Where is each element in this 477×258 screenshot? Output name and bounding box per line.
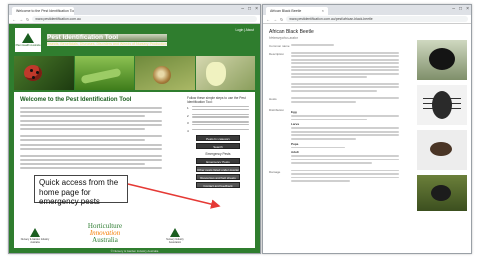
resources-button[interactable]: Resources and fact sheets [196, 173, 240, 180]
emergency-label: Emergency Pests [205, 151, 231, 156]
right-address-bar: ← → ↻ www.pestidentification.com.au/pest… [263, 15, 471, 24]
tree-logo-icon [170, 228, 180, 237]
right-tab-title: African Black Beetle [270, 9, 302, 13]
caterpillar-photo [74, 56, 134, 90]
tree-logo-icon [22, 33, 34, 43]
beetle-icon [432, 91, 452, 119]
hia-logo[interactable]: Horticulture Innovation Australia [88, 223, 122, 244]
step-item: 3 [187, 121, 249, 127]
maximize-icon[interactable]: □ [459, 6, 462, 12]
pest-title: African Black Beetle [269, 29, 314, 35]
steps-list: 1 2 3 4 [187, 106, 249, 133]
pests-by-category-button[interactable]: Pests by category [196, 134, 240, 141]
screenshot-stage: Welcome to the Pest Identification Tool … [0, 0, 477, 258]
org-logo-text: Plant Health Australia [15, 44, 41, 47]
right-browser-tab[interactable]: African Black Beetle × [266, 7, 328, 15]
ladybird-icon [24, 65, 42, 81]
forward-icon[interactable]: → [273, 17, 277, 22]
side-panel: Follow these simple steps to use the Pes… [187, 96, 249, 188]
reload-icon[interactable]: ↻ [26, 17, 29, 22]
right-browser-window: African Black Beetle × – □ × ← → ↻ www.p… [262, 4, 472, 254]
ladybird-photo [14, 56, 74, 90]
right-url-field[interactable]: www.pestidentification.com.au/pest/afric… [286, 16, 468, 22]
site-title-block: Pest Identification Tool Insects, Benefi… [47, 34, 167, 46]
minimize-icon[interactable]: – [452, 6, 455, 12]
callout-arrow-icon [127, 183, 221, 209]
site-subtitle: Insects, Beneficials, Diseases, Disorder… [47, 42, 167, 46]
minimize-icon[interactable]: – [241, 6, 244, 12]
caterpillar-icon [80, 67, 121, 85]
beetle-icon [429, 48, 455, 70]
left-address-bar: ← → ↻ www.pestidentification.com.au [9, 15, 260, 24]
close-tab-icon[interactable]: × [322, 7, 324, 15]
left-tab-title: Welcome to the Pest Identification Tool [16, 9, 74, 13]
window-controls: – □ × [241, 6, 258, 12]
reload-icon[interactable]: ↻ [280, 17, 283, 22]
pest-detail-page: African Black Beetle Heteronychus arator… [263, 24, 471, 211]
close-window-icon[interactable]: × [255, 6, 258, 12]
photo-strip [9, 56, 260, 92]
nia-logo[interactable]: Nursery Industry Association [160, 228, 190, 244]
back-icon[interactable]: ← [266, 17, 270, 22]
maximize-icon[interactable]: □ [248, 6, 251, 12]
beetle-photo[interactable] [417, 175, 467, 211]
quarantine-pests-button[interactable]: Other pests listed under quarantine [196, 165, 240, 172]
left-tab-bar: Welcome to the Pest Identification Tool … [9, 5, 260, 15]
forward-icon[interactable]: → [19, 17, 23, 22]
beetle-icon [430, 142, 452, 156]
site-title: Pest Identification Tool [47, 34, 167, 41]
header-links[interactable]: Login | About [235, 28, 254, 32]
snail-photo [135, 56, 195, 90]
window-controls: – □ × [452, 6, 469, 12]
side-heading: Follow these simple steps to use the Pes… [187, 96, 246, 104]
site-body: Welcome to the Pest Identification Tool … [9, 92, 260, 253]
intro-paragraph [20, 107, 162, 170]
back-icon[interactable]: ← [12, 17, 16, 22]
left-url-field[interactable]: www.pestidentification.com.au [32, 16, 257, 22]
moth-photo [195, 56, 255, 90]
moth-icon [205, 62, 226, 86]
step-item: 2 [187, 113, 249, 120]
beetle-icon [431, 185, 451, 201]
site-footer: © Nursery & Garden Industry Australia [14, 248, 255, 253]
right-tab-bar: African Black Beetle × – □ × [263, 5, 471, 15]
site-header: Plant Health Australia Pest Identificati… [9, 24, 260, 56]
emergency-pests-button[interactable]: Emergency Pests [196, 157, 240, 164]
snail-icon [153, 66, 171, 84]
tree-logo-icon [30, 228, 40, 237]
step-item: 1 [187, 106, 249, 112]
ngia-logo[interactable]: Nursery & Garden Industry Australia [20, 228, 50, 244]
beetle-photo[interactable] [417, 130, 467, 170]
pest-image-gallery [417, 40, 467, 216]
main-content: Welcome to the Pest Identification Tool … [14, 92, 255, 248]
org-logo[interactable]: Plant Health Australia [15, 28, 41, 52]
left-browser-tab[interactable]: Welcome to the Pest Identification Tool … [12, 7, 74, 15]
close-window-icon[interactable]: × [466, 6, 469, 12]
callout-box: Quick access from the home page for emer… [34, 175, 128, 206]
beetle-photo[interactable] [417, 85, 467, 125]
beetle-photo[interactable] [417, 40, 467, 80]
step-item: 4 [187, 128, 249, 133]
